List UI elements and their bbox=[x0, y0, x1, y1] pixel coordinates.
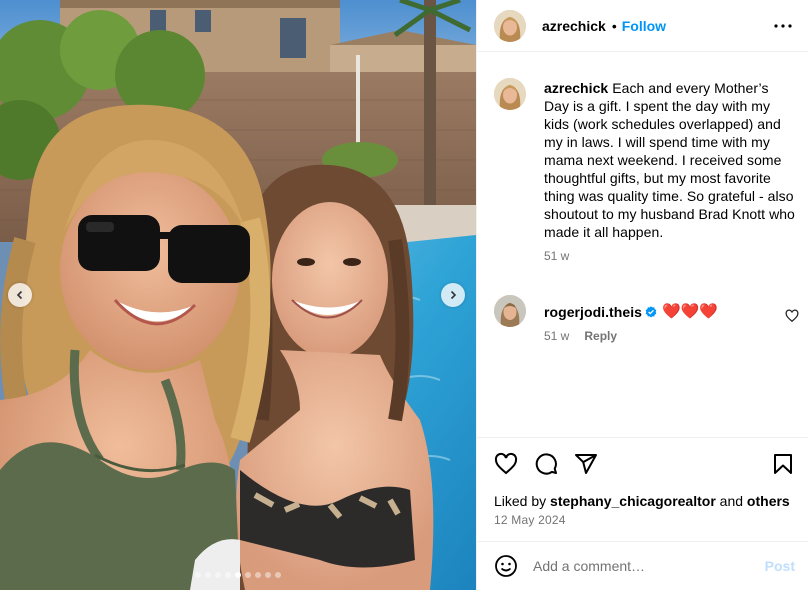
carousel-dot bbox=[255, 572, 261, 578]
share-send-icon[interactable] bbox=[574, 452, 598, 476]
carousel-next-button[interactable] bbox=[441, 283, 465, 307]
carousel-prev-button[interactable] bbox=[8, 283, 32, 307]
add-comment-bar: Post bbox=[477, 541, 808, 590]
post-header: azrechick • Follow bbox=[477, 0, 808, 52]
carousel-dot-active bbox=[235, 572, 241, 578]
author-username[interactable]: azrechick bbox=[542, 18, 606, 34]
post-photo bbox=[0, 0, 476, 590]
like-comment-heart-icon[interactable] bbox=[785, 309, 799, 323]
comment-bubble-icon[interactable] bbox=[534, 452, 558, 476]
carousel-dot bbox=[265, 572, 271, 578]
caption-timestamp[interactable]: 51 w bbox=[544, 249, 569, 263]
comments-list: azrechick Each and every Mother’s Day is… bbox=[477, 64, 808, 343]
comment-text: ❤️❤️❤️ bbox=[661, 303, 719, 320]
post-details-panel: azrechick • Follow azrechick Each and ev… bbox=[476, 0, 808, 590]
caption-comment: azrechick Each and every Mother’s Day is… bbox=[477, 64, 808, 263]
like-heart-icon[interactable] bbox=[494, 452, 518, 476]
liked-by-text: Liked by stephany_chicagorealtor and oth… bbox=[494, 493, 790, 509]
avatar-image bbox=[494, 78, 526, 110]
comment-input[interactable] bbox=[533, 558, 758, 574]
caption-avatar[interactable] bbox=[494, 78, 526, 110]
liked-by-and: and bbox=[715, 493, 747, 509]
carousel-indicators bbox=[0, 572, 476, 578]
comment-timestamp[interactable]: 51 w bbox=[544, 329, 569, 343]
reply-button[interactable]: Reply bbox=[584, 329, 617, 343]
more-options-button[interactable] bbox=[773, 16, 793, 36]
save-bookmark-icon[interactable] bbox=[771, 452, 795, 476]
verified-badge-icon bbox=[645, 306, 657, 318]
liked-by-others-link[interactable]: others bbox=[747, 493, 790, 509]
follow-button[interactable]: Follow bbox=[622, 18, 666, 34]
author-avatar[interactable] bbox=[494, 9, 526, 42]
liked-by-user-link[interactable]: stephany_chicagorealtor bbox=[550, 493, 716, 509]
comment-item: rogerjodi.theis ❤️❤️❤️ 51 w Reply bbox=[477, 281, 808, 343]
separator-bullet: • bbox=[611, 17, 617, 34]
caption-text: Each and every Mother’s Day is a gift. I… bbox=[544, 80, 795, 240]
more-horizontal-icon bbox=[774, 24, 792, 28]
caption-username[interactable]: azrechick bbox=[544, 80, 608, 96]
comment-text-block: rogerjodi.theis ❤️❤️❤️ bbox=[544, 303, 796, 321]
chevron-left-icon bbox=[16, 290, 23, 300]
chevron-right-icon bbox=[450, 290, 457, 300]
post-actions-section: Liked by stephany_chicagorealtor and oth… bbox=[477, 437, 808, 541]
commenter-username[interactable]: rogerjodi.theis bbox=[544, 303, 642, 321]
carousel-dot bbox=[245, 572, 251, 578]
carousel-dot bbox=[195, 572, 201, 578]
carousel-dot bbox=[205, 572, 211, 578]
liked-by-prefix: Liked by bbox=[494, 493, 551, 509]
avatar-image bbox=[494, 295, 526, 327]
carousel-dot bbox=[225, 572, 231, 578]
caption-text-block: azrechick Each and every Mother’s Day is… bbox=[544, 79, 796, 241]
commenter-avatar[interactable] bbox=[494, 295, 526, 327]
post-comment-button[interactable]: Post bbox=[765, 558, 795, 574]
carousel-dot bbox=[275, 572, 281, 578]
carousel-dot bbox=[215, 572, 221, 578]
post-date[interactable]: 12 May 2024 bbox=[494, 513, 566, 527]
post-media[interactable] bbox=[0, 0, 476, 590]
avatar-image bbox=[494, 9, 526, 42]
emoji-smiley-icon[interactable] bbox=[494, 554, 518, 578]
